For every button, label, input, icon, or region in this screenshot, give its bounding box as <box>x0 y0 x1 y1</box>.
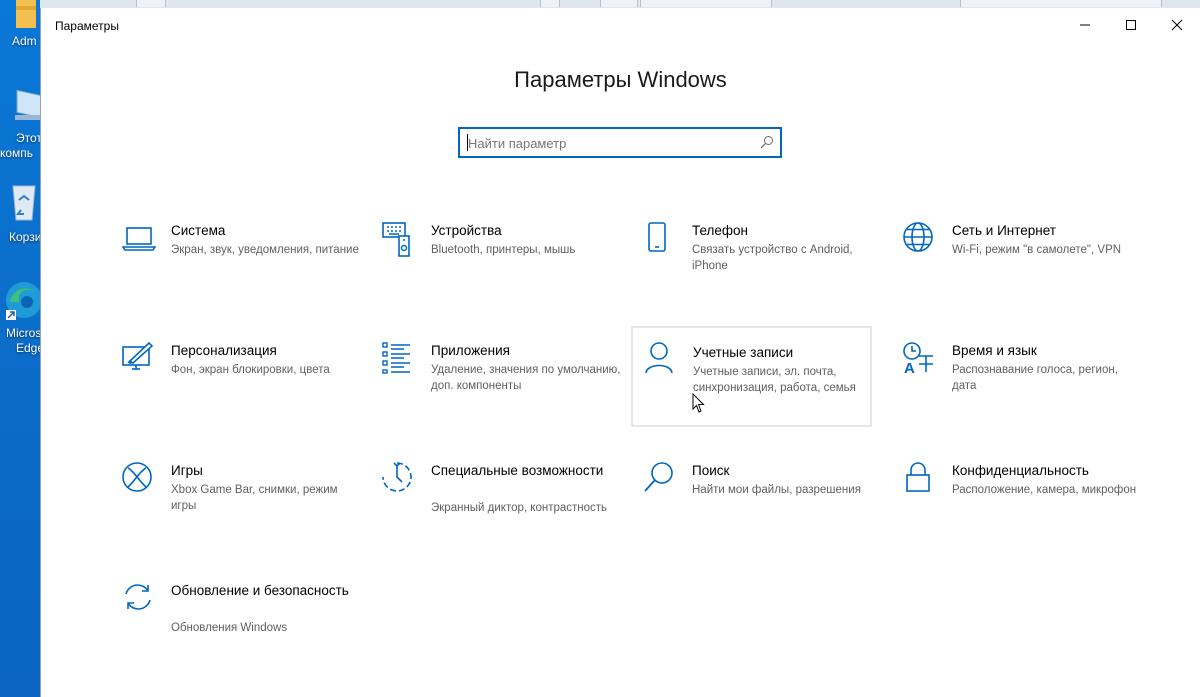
maximize-button[interactable] <box>1108 8 1154 42</box>
close-icon <box>1171 19 1183 31</box>
category-desc: Bluetooth, принтеры, мышь <box>431 244 576 256</box>
desktop-icon-label: Adm <box>12 34 37 48</box>
window-title: Параметры <box>55 19 119 33</box>
folder-icon <box>16 0 36 28</box>
time-language-icon: A <box>903 342 933 377</box>
globe-icon <box>903 222 933 252</box>
category-accounts[interactable]: Учетные записи Учетные записи, эл. почта… <box>631 326 872 427</box>
category-update-security[interactable]: Обновление и безопасность Обновления Win… <box>122 582 362 682</box>
category-title: Учетные записи <box>693 345 794 360</box>
category-desc: Связать устройство с Android, iPhone <box>692 244 853 272</box>
category-search[interactable]: Поиск Найти мои файлы, разрешения <box>643 462 883 562</box>
page-title: Параметры Windows <box>514 67 727 92</box>
desktop-icon-label-2: компь <box>0 146 34 160</box>
category-title: Устройства <box>431 223 502 238</box>
laptop-icon <box>122 227 157 251</box>
search-box[interactable] <box>458 127 782 158</box>
category-devices[interactable]: Устройства Bluetooth, принтеры, мышь <box>382 222 622 322</box>
category-desc: Обновления Windows <box>171 622 288 634</box>
close-button[interactable] <box>1154 8 1200 42</box>
category-gaming[interactable]: Игры Xbox Game Bar, снимки, режим игры <box>122 462 362 562</box>
recycle-bin-icon <box>12 185 36 221</box>
maximize-icon <box>1126 20 1136 30</box>
phone-icon <box>648 222 666 252</box>
person-icon <box>645 342 673 374</box>
search-icon <box>644 462 673 492</box>
this-pc-icon <box>15 89 46 120</box>
desktop-icon-label: Корзи <box>9 230 42 244</box>
personalization-icon <box>122 342 154 370</box>
mouse-cursor-icon <box>692 393 705 413</box>
category-desc: Экран, звук, уведомления, питание <box>171 244 359 256</box>
category-title: Специальные возможности <box>431 463 604 478</box>
lock-icon <box>906 462 930 492</box>
category-title: Телефон <box>692 223 749 238</box>
category-time-language[interactable]: A Время и язык Распознавание голоса, рег… <box>903 342 1143 442</box>
category-desc: Экранный диктор, контрастность <box>431 502 608 514</box>
category-desc: Xbox Game Bar, снимки, режим игры <box>171 484 338 512</box>
update-icon <box>125 584 151 610</box>
accessibility-icon <box>382 462 412 492</box>
desktop-icon-label-1: Micros <box>6 326 42 340</box>
minimize-button[interactable] <box>1062 8 1108 42</box>
devices-icon <box>382 222 410 257</box>
desktop-icon-edge[interactable]: Micros Edge <box>0 276 44 355</box>
category-desc: Распознавание голоса, регион, дата <box>952 364 1118 392</box>
category-apps[interactable]: Приложения Удаление, значения по умолчан… <box>382 342 622 442</box>
desktop-icon-admin[interactable]: Adm <box>0 0 42 48</box>
category-title: Приложения <box>431 343 510 358</box>
category-title: Обновление и безопасность <box>171 583 349 598</box>
xbox-icon <box>122 462 152 492</box>
category-network[interactable]: Сеть и Интернет Wi-Fi, режим "в самолете… <box>903 222 1143 322</box>
category-title: Конфиденциальность <box>952 463 1089 478</box>
desktop-icon-label-1: Этот <box>16 131 42 145</box>
edge-icon <box>6 282 42 320</box>
search-icon[interactable] <box>760 135 774 149</box>
category-accessibility[interactable]: Специальные возможности Экранный диктор,… <box>382 462 622 562</box>
category-desc: Wi-Fi, режим "в самолете", VPN <box>952 244 1122 256</box>
category-desc: Удаление, значения по умолчанию, доп. ко… <box>431 364 621 392</box>
desktop-icon-this-pc[interactable]: Этот компь <box>0 85 46 160</box>
category-system[interactable]: Система Экран, звук, уведомления, питани… <box>122 222 362 322</box>
category-title: Время и язык <box>952 343 1037 358</box>
svg-text:A: A <box>904 360 915 377</box>
title-bar[interactable]: Параметры <box>41 8 1200 42</box>
apps-list-icon <box>382 342 410 374</box>
category-title: Персонализация <box>171 343 277 358</box>
category-desc: Учетные записи, эл. почта, синхронизация… <box>693 366 856 394</box>
desktop-icon-recycle-bin[interactable]: Корзи <box>0 180 42 244</box>
settings-window: Параметры Параметры Windows Система Экра… <box>40 8 1200 697</box>
category-desc: Найти мои файлы, разрешения <box>692 484 861 496</box>
category-personalization[interactable]: Персонализация Фон, экран блокировки, цв… <box>122 342 362 442</box>
text-caret <box>467 134 468 151</box>
category-phone[interactable]: Телефон Связать устройство с Android, iP… <box>643 222 883 322</box>
category-title: Сеть и Интернет <box>952 223 1056 238</box>
category-desc: Фон, экран блокировки, цвета <box>171 364 330 376</box>
category-title: Поиск <box>692 463 730 478</box>
category-desc: Расположение, камера, микрофон <box>952 484 1137 496</box>
minimize-icon <box>1080 24 1090 26</box>
category-privacy[interactable]: Конфиденциальность Расположение, камера,… <box>903 462 1143 562</box>
search-input[interactable] <box>466 131 750 156</box>
category-title: Игры <box>171 463 203 478</box>
category-title: Система <box>171 223 226 238</box>
